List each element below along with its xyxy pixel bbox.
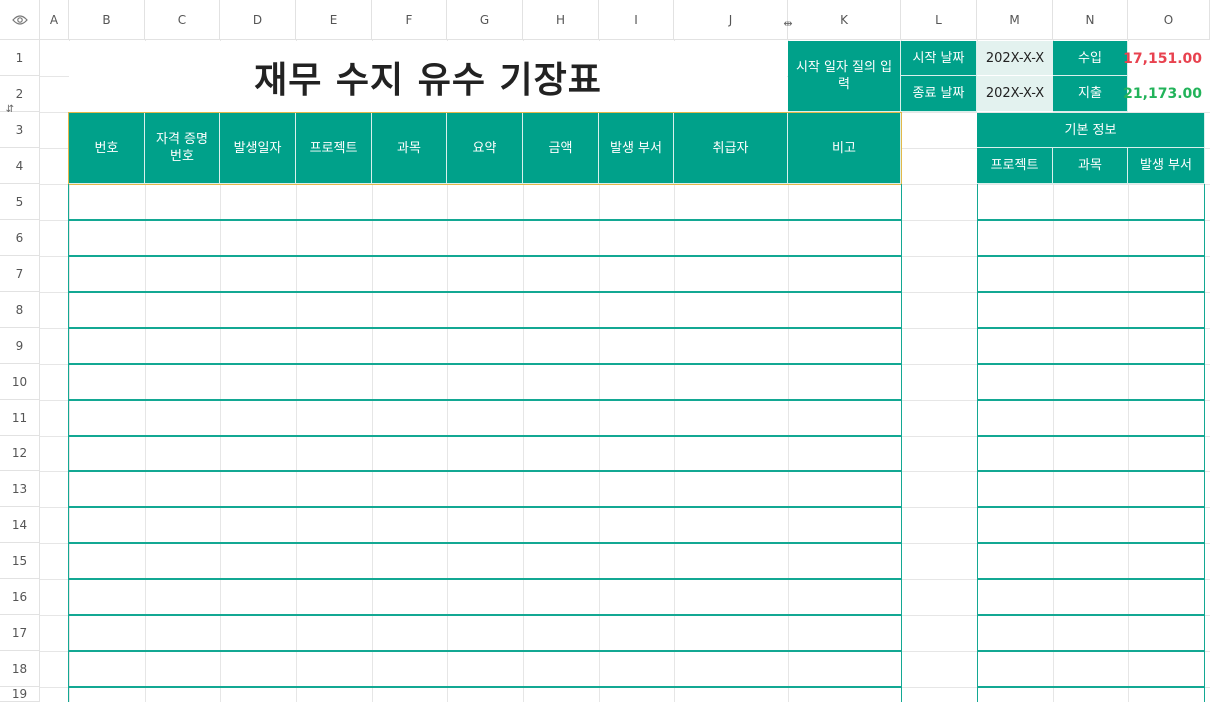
column-header-n[interactable]: N	[1053, 0, 1128, 40]
column-header-d[interactable]: D	[220, 0, 296, 40]
column-header-c[interactable]: C	[145, 0, 220, 40]
row-header-10[interactable]: 10	[0, 364, 40, 400]
column-header-a[interactable]: A	[40, 0, 69, 40]
expense-value[interactable]: 21,173.00	[1123, 76, 1210, 112]
header-project[interactable]: 프로젝트	[296, 113, 372, 184]
header-department[interactable]: 발생 부서	[599, 113, 674, 184]
eye-icon	[11, 14, 28, 25]
row-header-12[interactable]: 12	[0, 436, 40, 471]
row-header-6[interactable]: 6	[0, 220, 40, 256]
column-resize-handle-icon[interactable]: ⇹	[781, 16, 795, 30]
row-header-15[interactable]: 15	[0, 543, 40, 579]
end-date-value[interactable]: 202X-X-X	[977, 76, 1053, 112]
row-header-1[interactable]: 1	[0, 40, 40, 76]
basic-info-title[interactable]: 기본 정보	[977, 113, 1205, 148]
basic-info-subject[interactable]: 과목	[1053, 148, 1128, 184]
select-all-corner[interactable]	[0, 0, 40, 40]
row-header-3[interactable]: 3	[0, 112, 40, 148]
row-header-17[interactable]: 17	[0, 615, 40, 651]
column-header-b[interactable]: B	[69, 0, 145, 40]
start-date-value[interactable]: 202X-X-X	[977, 41, 1053, 76]
header-remarks[interactable]: 비고	[788, 113, 901, 184]
column-header-h[interactable]: H	[523, 0, 599, 40]
header-handler[interactable]: 취급자	[674, 113, 788, 184]
row-header-11[interactable]: 11	[0, 400, 40, 436]
row-header-9[interactable]: 9	[0, 328, 40, 364]
header-number[interactable]: 번호	[69, 113, 145, 184]
header-amount[interactable]: 금액	[523, 113, 599, 184]
column-header-g[interactable]: G	[447, 0, 523, 40]
row-header-16[interactable]: 16	[0, 579, 40, 615]
column-header-e[interactable]: E	[296, 0, 372, 40]
date-input-label[interactable]: 시작 일자 질의 입력	[788, 41, 901, 112]
basic-info-department[interactable]: 발생 부서	[1128, 148, 1205, 184]
header-credential-number[interactable]: 자격 증명 번호	[145, 113, 220, 184]
row-header-14[interactable]: 14	[0, 507, 40, 543]
sheet-title[interactable]: 재무 수지 유수 기장표	[69, 41, 787, 112]
row-header-19[interactable]: 19	[0, 687, 40, 702]
row-header-8[interactable]: 8	[0, 292, 40, 328]
row-header-13[interactable]: 13	[0, 471, 40, 507]
row-header-5[interactable]: 5	[0, 184, 40, 220]
column-header-f[interactable]: F	[372, 0, 447, 40]
column-header-m[interactable]: M	[977, 0, 1053, 40]
expense-label[interactable]: 지출	[1053, 76, 1128, 112]
basic-info-project[interactable]: 프로젝트	[977, 148, 1053, 184]
column-header-o[interactable]: O	[1128, 0, 1210, 40]
column-header-j[interactable]: J	[674, 0, 788, 40]
header-subject[interactable]: 과목	[372, 113, 447, 184]
row-header-4[interactable]: 4	[0, 148, 40, 184]
start-date-label[interactable]: 시작 날짜	[901, 41, 977, 76]
column-header-i[interactable]: I	[599, 0, 674, 40]
header-date[interactable]: 발생일자	[220, 113, 296, 184]
column-header-l[interactable]: L	[901, 0, 977, 40]
row-resize-handle-icon[interactable]: ⇵	[4, 102, 16, 116]
header-summary[interactable]: 요약	[447, 113, 523, 184]
end-date-label[interactable]: 종료 날짜	[901, 76, 977, 112]
column-header-k[interactable]: K	[788, 0, 901, 40]
income-label[interactable]: 수입	[1053, 41, 1128, 76]
row-header-18[interactable]: 18	[0, 651, 40, 687]
income-value[interactable]: 17,151.00	[1123, 41, 1210, 76]
row-header-7[interactable]: 7	[0, 256, 40, 292]
